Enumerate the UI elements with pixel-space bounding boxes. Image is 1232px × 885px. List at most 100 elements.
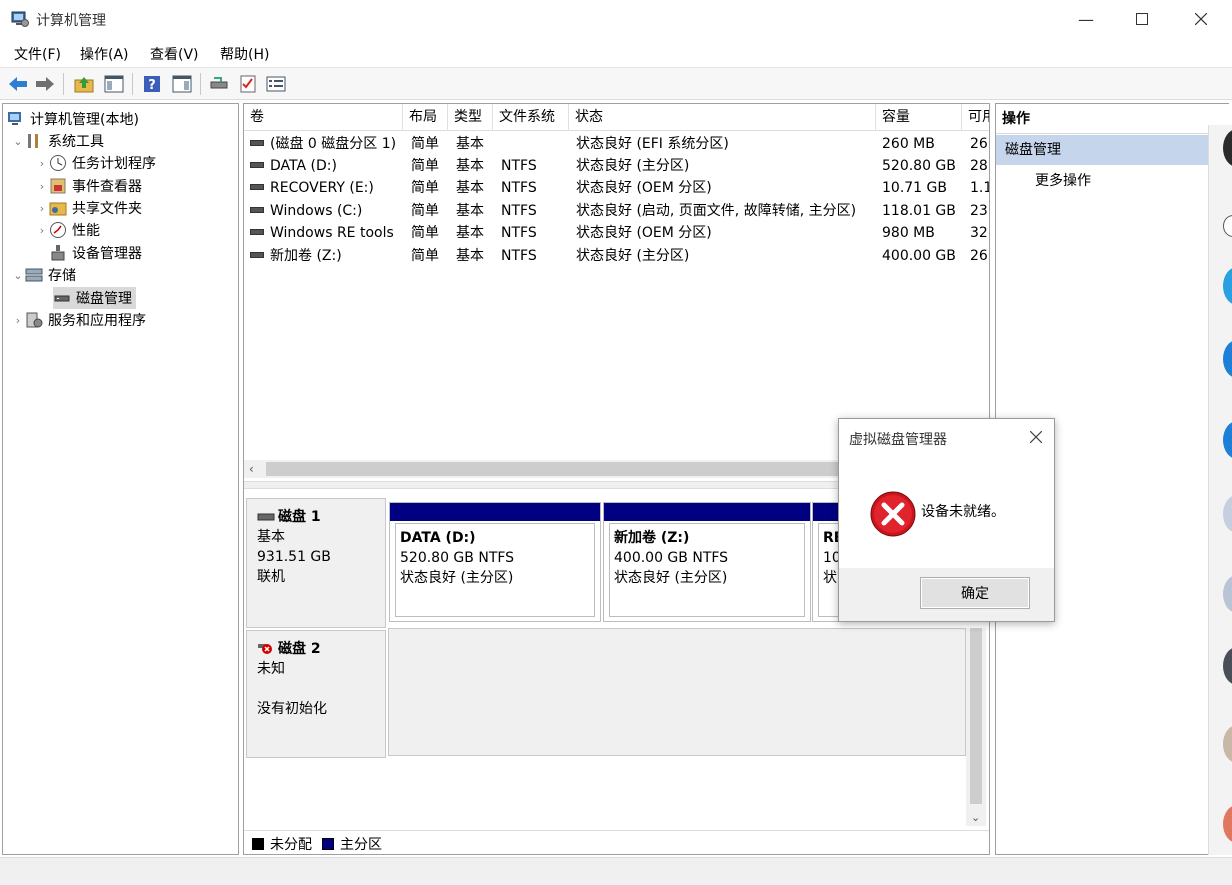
volume-status: 状态良好 (OEM 分区) [576, 180, 712, 196]
avatar[interactable] [1223, 647, 1232, 685]
column-volume[interactable]: 卷 [244, 104, 403, 131]
tree-label: 系统工具 [48, 134, 104, 150]
volume-row[interactable]: 新加卷 (Z:) 简单 基本 NTFS 状态良好 (主分区) 400.00 GB… [244, 245, 989, 267]
chevron-right-icon[interactable]: › [35, 157, 49, 170]
minimize-button[interactable]: — [1057, 0, 1115, 38]
volume-fs: NTFS [501, 203, 537, 219]
scroll-thumb[interactable] [970, 628, 982, 804]
volume-row[interactable]: Windows RE tools 简单 基本 NTFS 状态良好 (OEM 分区… [244, 222, 989, 244]
avatar[interactable] [1223, 129, 1232, 167]
avatar[interactable] [1223, 267, 1232, 305]
console-tree: 计算机管理(本地) ⌄ 系统工具 › 任务计划程序 › 事件查看器 › 共享文件… [2, 103, 239, 855]
volume-type: 基本 [456, 203, 484, 219]
tree-label: 服务和应用程序 [48, 313, 146, 329]
volume-status: 状态良好 (OEM 分区) [576, 225, 712, 241]
tree-item-shared-folders[interactable]: › 共享文件夹 [35, 197, 142, 219]
volume-layout: 简单 [411, 225, 439, 241]
disk1-label[interactable]: 磁盘 1 基本 931.51 GB 联机 [246, 498, 386, 628]
legend: 未分配 主分区 [244, 830, 989, 854]
tree-label: 设备管理器 [72, 246, 142, 262]
show-action-pane-button[interactable] [170, 73, 194, 95]
menu-action[interactable]: 操作(A) [80, 44, 129, 64]
volume-capacity: 980 MB [882, 225, 935, 241]
avatar[interactable] [1223, 495, 1232, 533]
partition-new-volume[interactable]: 新加卷 (Z:) 400.00 GB NTFS 状态良好 (主分区) [603, 502, 811, 622]
volume-row[interactable]: (磁盘 0 磁盘分区 1) 简单 基本 状态良好 (EFI 系统分区) 260 … [244, 133, 989, 155]
disk-drive-icon [257, 513, 275, 521]
chevron-right-icon[interactable]: › [35, 180, 49, 193]
more-actions-link[interactable]: 更多操作 [1035, 170, 1091, 190]
disk-view-vscrollbar[interactable]: ⌄ [966, 628, 986, 826]
tree-item-system-tools[interactable]: ⌄ 系统工具 [11, 130, 104, 152]
dialog-title: 虚拟磁盘管理器 [849, 432, 947, 448]
tree-item-storage[interactable]: ⌄ 存储 [11, 264, 76, 286]
volume-status: 状态良好 (EFI 系统分区) [576, 136, 729, 152]
partition-data[interactable]: DATA (D:) 520.80 GB NTFS 状态良好 (主分区) [389, 502, 601, 622]
column-free[interactable]: 可用 [962, 104, 989, 131]
chevron-right-icon[interactable]: › [35, 202, 49, 215]
tree-item-performance[interactable]: › 性能 [35, 219, 100, 241]
tree-item-disk-management[interactable]: 磁盘管理 [53, 287, 136, 309]
column-capacity[interactable]: 容量 [876, 104, 962, 131]
tree-label: 性能 [72, 223, 100, 239]
chevron-right-icon[interactable]: › [11, 314, 25, 327]
volume-free: 26 [970, 248, 988, 264]
ok-button[interactable]: 确定 [920, 577, 1030, 609]
error-dialog: 虚拟磁盘管理器 设备未就绪。 确定 [838, 418, 1055, 622]
tree-item-device-manager[interactable]: 设备管理器 [49, 242, 142, 264]
show-tree-button[interactable] [102, 73, 126, 95]
chevron-down-icon[interactable]: ⌄ [971, 811, 980, 824]
volume-row[interactable]: Windows (C:) 简单 基本 NTFS 状态良好 (启动, 页面文件, … [244, 200, 989, 222]
dialog-message: 设备未就绪。 [921, 504, 1005, 520]
column-type[interactable]: 类型 [448, 104, 493, 131]
dialog-close-button[interactable] [1029, 427, 1043, 448]
disk-tool-button[interactable] [207, 73, 231, 95]
volume-name: Windows (C:) [270, 203, 363, 219]
volume-icon [250, 252, 264, 258]
actions-section-disk-management[interactable]: 磁盘管理 [996, 135, 1230, 165]
menu-view[interactable]: 查看(V) [150, 44, 199, 64]
volume-row[interactable]: DATA (D:) 简单 基本 NTFS 状态良好 (主分区) 520.80 G… [244, 155, 989, 177]
tree-item-task-scheduler[interactable]: › 任务计划程序 [35, 152, 156, 174]
avatar[interactable] [1223, 340, 1232, 378]
tree-label: 计算机管理(本地) [30, 112, 139, 128]
column-filesystem[interactable]: 文件系统 [493, 104, 569, 131]
close-button[interactable] [1172, 0, 1230, 38]
clock-icon[interactable] [1223, 215, 1232, 237]
tree-item-root[interactable]: 计算机管理(本地) [7, 108, 139, 130]
chevron-down-icon[interactable]: ⌄ [11, 135, 25, 148]
maximize-button[interactable] [1113, 0, 1171, 38]
chevron-down-icon[interactable]: ⌄ [11, 269, 25, 282]
volume-fs: NTFS [501, 180, 537, 196]
disk2-unallocated-area[interactable] [388, 628, 966, 756]
volume-icon [250, 207, 264, 213]
disk2-name: 磁盘 2 [278, 641, 321, 657]
volume-layout: 简单 [411, 158, 439, 174]
column-status[interactable]: 状态 [569, 104, 876, 131]
tree-item-services-apps[interactable]: › 服务和应用程序 [11, 309, 146, 331]
dialog-footer: 确定 [839, 568, 1054, 621]
services-icon [26, 312, 43, 328]
chevron-left-icon[interactable]: ‹ [249, 460, 254, 478]
avatar[interactable] [1223, 725, 1232, 763]
chevron-right-icon[interactable]: › [35, 224, 49, 237]
avatar[interactable] [1223, 575, 1232, 613]
console-tree-icon [104, 75, 124, 93]
volume-name: RECOVERY (E:) [270, 180, 374, 196]
menu-help[interactable]: 帮助(H) [220, 44, 269, 64]
tree-item-event-viewer[interactable]: › 事件查看器 [35, 175, 142, 197]
back-button[interactable] [6, 73, 30, 95]
forward-button[interactable] [33, 73, 57, 95]
avatar[interactable] [1223, 421, 1232, 459]
disk1-state: 联机 [257, 569, 285, 585]
volume-type: 基本 [456, 248, 484, 264]
avatar[interactable] [1223, 805, 1232, 843]
volume-row[interactable]: RECOVERY (E:) 简单 基本 NTFS 状态良好 (OEM 分区) 1… [244, 177, 989, 199]
help-button[interactable]: ? [140, 73, 164, 95]
disk2-label[interactable]: 磁盘 2 未知 没有初始化 [246, 630, 386, 758]
menu-file[interactable]: 文件(F) [14, 44, 61, 64]
column-layout[interactable]: 布局 [403, 104, 448, 131]
properties-button[interactable] [236, 73, 260, 95]
up-level-button[interactable] [72, 73, 96, 95]
list-view-button[interactable] [264, 73, 288, 95]
